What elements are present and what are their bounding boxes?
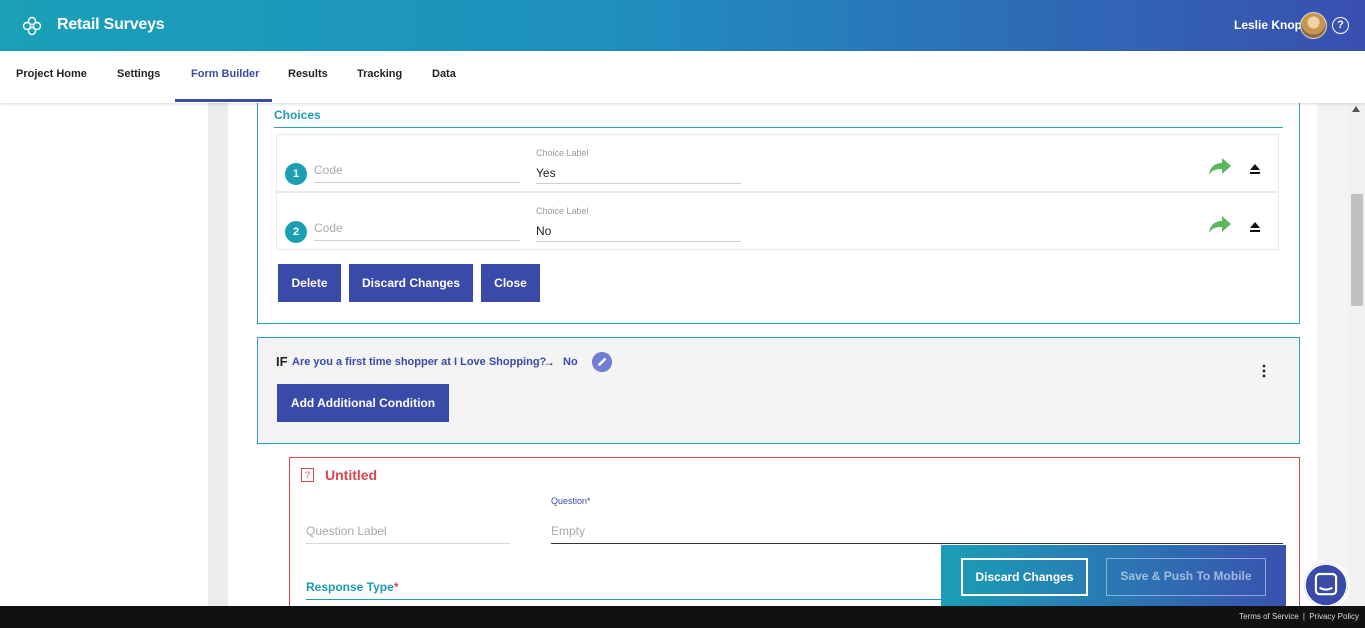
- choice-label-field[interactable]: Yes: [536, 162, 741, 184]
- more-options-icon[interactable]: [1258, 363, 1270, 379]
- choice-number-badge: 1: [285, 163, 307, 185]
- scrollbar[interactable]: [1348, 103, 1365, 606]
- response-type-text: Response Type: [306, 580, 394, 594]
- choice-label-field[interactable]: No: [536, 220, 741, 242]
- collapse-icon[interactable]: [1249, 221, 1261, 233]
- gutter: [208, 103, 228, 606]
- question-caption: Question*: [551, 496, 591, 506]
- tab-form-builder[interactable]: Form Builder: [191, 68, 259, 80]
- choices-title: Choices: [274, 108, 321, 122]
- tab-data[interactable]: Data: [432, 68, 456, 80]
- choice-row: 2 Code Choice Label No: [276, 192, 1279, 250]
- add-additional-condition-button[interactable]: Add Additional Condition: [277, 384, 449, 422]
- share-arrow-icon[interactable]: [1206, 215, 1232, 235]
- choice-label-caption: Choice Label: [536, 148, 589, 158]
- choice-label-caption: Choice Label: [536, 206, 589, 216]
- response-type-label: Response Type*: [306, 580, 398, 594]
- privacy-link[interactable]: Privacy Policy: [1309, 612, 1359, 621]
- divider: [274, 127, 1283, 128]
- tab-settings[interactable]: Settings: [117, 68, 160, 80]
- discard-changes-button[interactable]: Discard Changes: [349, 264, 473, 302]
- choice-code-field[interactable]: Code: [314, 219, 520, 241]
- active-tab-indicator: [175, 99, 272, 102]
- right-gutter: [1317, 103, 1348, 606]
- footer-links: Terms of Service | Privacy Policy: [1237, 612, 1359, 621]
- close-button[interactable]: Close: [481, 264, 540, 302]
- user-name[interactable]: Leslie Knope: [1234, 18, 1309, 32]
- question-title[interactable]: Untitled: [325, 467, 377, 483]
- arrow-right-icon: →: [543, 355, 555, 369]
- choice-code-field[interactable]: Code: [314, 161, 520, 183]
- edit-pencil-icon[interactable]: [592, 352, 612, 372]
- choice-number-badge: 2: [285, 221, 307, 243]
- choice-row: 1 Code Choice Label Yes: [276, 134, 1279, 192]
- top-bar: Retail Surveys Leslie Knope ?: [0, 0, 1365, 51]
- scroll-up-icon[interactable]: [1352, 106, 1360, 112]
- tab-bar: Project Home Settings Form Builder Resul…: [0, 51, 1365, 103]
- question-input[interactable]: Empty: [551, 521, 1283, 544]
- share-arrow-icon[interactable]: [1206, 157, 1232, 177]
- question-mark-icon: ?: [301, 468, 314, 482]
- avatar[interactable]: [1300, 12, 1327, 39]
- chat-icon[interactable]: [1302, 561, 1350, 609]
- tab-project-home[interactable]: Project Home: [16, 68, 87, 80]
- question-label-input[interactable]: Question Label: [306, 521, 510, 544]
- left-panel: [0, 103, 208, 606]
- footer: [0, 606, 1365, 628]
- tab-tracking[interactable]: Tracking: [357, 68, 402, 80]
- required-mark: *: [393, 580, 399, 594]
- app-logo-icon[interactable]: [22, 15, 42, 37]
- discard-changes-action-button[interactable]: Discard Changes: [961, 558, 1088, 596]
- divider: [306, 599, 946, 600]
- delete-button[interactable]: Delete: [278, 264, 341, 302]
- app-title[interactable]: Retail Surveys: [57, 16, 165, 34]
- save-push-to-mobile-button[interactable]: Save & Push To Mobile: [1106, 558, 1266, 596]
- tab-results[interactable]: Results: [288, 68, 328, 80]
- collapse-icon[interactable]: [1249, 163, 1261, 175]
- terms-link[interactable]: Terms of Service: [1239, 612, 1299, 621]
- condition-answer: No: [563, 356, 578, 368]
- help-icon[interactable]: ?: [1332, 17, 1349, 34]
- footer-separator: |: [1302, 612, 1305, 621]
- scrollbar-thumb[interactable]: [1351, 194, 1363, 306]
- if-label: IF: [276, 354, 288, 369]
- condition-question: Are you a first time shopper at I Love S…: [292, 356, 547, 368]
